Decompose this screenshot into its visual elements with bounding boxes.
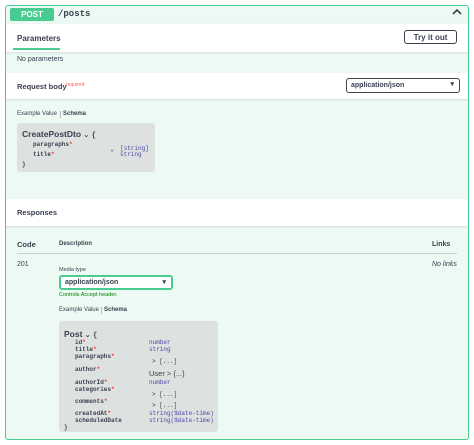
no-parameters-text: No parameters bbox=[17, 56, 64, 63]
prop-categories: categories* bbox=[75, 386, 115, 393]
required-label: required bbox=[66, 82, 85, 88]
col-code-header: Code bbox=[17, 240, 36, 249]
request-model-box: CreatePostDto ⌄ { paragraphs* ⌄ [string]… bbox=[17, 123, 155, 172]
tab-example-value[interactable]: Example Value bbox=[17, 111, 57, 117]
prop-paragraphs: paragraphs* bbox=[33, 141, 73, 148]
controls-accept-text: Controls Accept header. bbox=[59, 292, 118, 298]
prop-author: author* bbox=[75, 366, 101, 373]
prop-scheduledDate: scheduledDate bbox=[75, 417, 122, 424]
responses-title: Responses bbox=[17, 208, 58, 217]
col-links-header: Links bbox=[432, 241, 451, 248]
chevron-down-icon: ▾ bbox=[162, 279, 166, 286]
tab-schema[interactable]: Schema bbox=[63, 111, 86, 117]
col-description-header: Description bbox=[59, 241, 93, 247]
response-code: 201 bbox=[17, 261, 29, 268]
prop-title: title* bbox=[75, 346, 97, 353]
tab-underline bbox=[13, 48, 60, 50]
model-title[interactable]: CreatePostDto ⌄ { bbox=[22, 129, 96, 140]
model-close-brace: } bbox=[22, 161, 26, 168]
prop-authorId: authorId* bbox=[75, 379, 108, 386]
prop-comments: comments* bbox=[75, 398, 108, 405]
table-divider bbox=[17, 253, 457, 254]
tab-example-value[interactable]: Example Value bbox=[59, 307, 99, 313]
operation-block: POST /posts Parameters Try it out No par… bbox=[5, 5, 469, 440]
prop-createdAt: createdAt* bbox=[75, 410, 112, 417]
media-type-label: Media type bbox=[59, 267, 86, 273]
parameters-header: Parameters Try it out bbox=[6, 24, 468, 52]
response-model-box: Post ⌄ { id* number title* string paragr… bbox=[59, 321, 218, 432]
responses-header: Responses bbox=[6, 199, 468, 226]
expand-comments[interactable]: > [...] bbox=[152, 402, 177, 409]
prop-paragraphs: paragraphs* bbox=[75, 353, 115, 360]
request-content-type-select[interactable]: application/json ▾ bbox=[346, 78, 460, 93]
chevron-down-icon[interactable]: ⌄ bbox=[110, 145, 114, 154]
expand-paragraphs[interactable]: > [...] bbox=[152, 358, 177, 365]
type-id: number bbox=[149, 339, 171, 346]
response-links: No links bbox=[432, 261, 457, 268]
expand-categories[interactable]: > [...] bbox=[152, 391, 177, 398]
endpoint-path: /posts bbox=[58, 9, 91, 19]
try-it-out-button[interactable]: Try it out bbox=[404, 30, 457, 44]
tab-divider bbox=[60, 111, 61, 118]
prop-title: title* bbox=[33, 151, 55, 158]
chevron-down-icon: ▾ bbox=[450, 81, 454, 88]
type-title: string bbox=[120, 151, 142, 158]
response-media-type-value: application/json bbox=[65, 279, 119, 286]
request-body-header: Request body required application/json ▾ bbox=[6, 73, 468, 99]
response-media-type-select[interactable]: application/json ▾ bbox=[59, 275, 173, 290]
tab-parameters[interactable]: Parameters bbox=[17, 34, 61, 43]
type-createdAt: string($date-time) bbox=[149, 410, 214, 417]
model-close-brace: } bbox=[64, 424, 68, 431]
request-content-type-value: application/json bbox=[351, 82, 405, 89]
type-scheduledDate: string($date-time) bbox=[149, 417, 214, 424]
prop-id: id* bbox=[75, 339, 86, 346]
type-authorId: number bbox=[149, 379, 171, 386]
type-title: string bbox=[149, 346, 171, 353]
tab-schema[interactable]: Schema bbox=[104, 307, 127, 313]
chevron-up-icon[interactable] bbox=[452, 7, 462, 20]
method-badge: POST bbox=[10, 8, 54, 21]
request-body-title: Request body bbox=[17, 82, 67, 91]
expand-author[interactable]: User > {...} bbox=[149, 369, 185, 378]
operation-summary[interactable]: POST /posts bbox=[6, 6, 468, 23]
tab-divider bbox=[101, 307, 102, 314]
